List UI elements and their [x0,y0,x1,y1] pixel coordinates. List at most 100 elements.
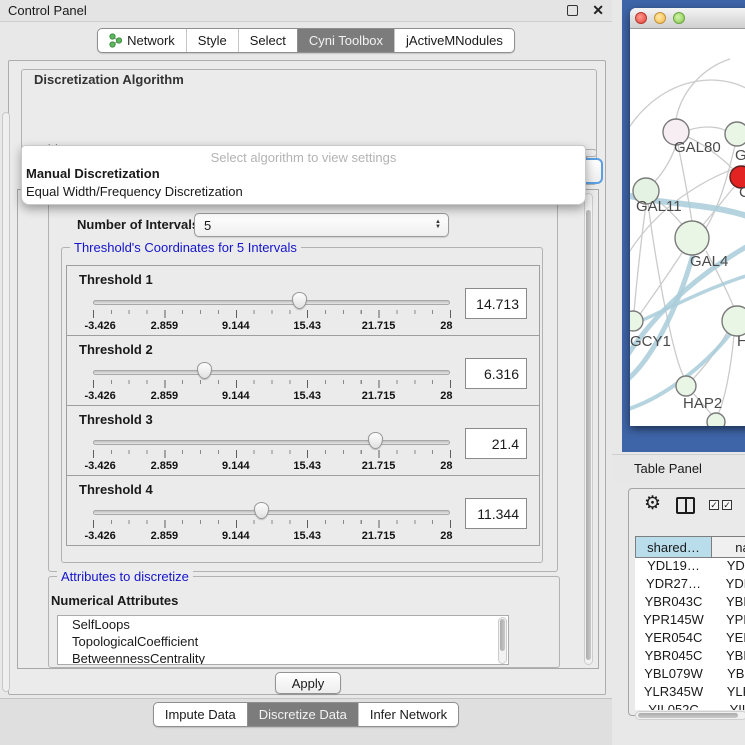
gear-icon[interactable]: ⚙ [644,492,661,515]
table-cell[interactable]: YBR0 [712,594,745,612]
table-header-row: shared… na [635,536,745,558]
table-cell[interactable]: YER054C [635,630,712,648]
number-of-intervals-combo[interactable]: 5 ▲▼ [194,213,449,237]
slider-thumb[interactable] [368,432,383,449]
table-row[interactable]: YLR345W YLR3 [635,684,745,702]
node-hap2[interactable] [676,376,696,396]
table-row[interactable]: YDR27… YDR2 [635,576,745,594]
table-horizontal-scrollbar[interactable] [635,711,745,720]
list-item[interactable]: SelfLoops [58,616,508,633]
table-horizontal-scrollbar-thumb[interactable] [638,713,738,718]
zoom-traffic-light-icon[interactable] [673,12,685,24]
column-header-name[interactable]: na [712,536,745,558]
table-cell[interactable]: YLR345W [635,684,712,702]
tab-discretize-data[interactable]: Discretize Data [247,703,358,726]
threshold-3-slider[interactable]: -3.426 2.859 9.144 15.43 21.715 28 [93,430,450,474]
list-scrollbar[interactable] [498,617,507,664]
checkbox-icon[interactable]: ✓ [722,500,732,510]
column-layout-icon[interactable] [676,497,695,514]
threshold-2-slider[interactable]: -3.426 2.859 9.144 15.43 21.715 28 [93,360,450,404]
slider-track[interactable] [93,370,450,375]
popup-option-manual-discretization[interactable]: Manual Discretization [22,165,585,183]
node-gcy1[interactable] [630,311,643,331]
list-item[interactable]: BetweennessCentrality [58,650,508,665]
threshold-4-label: Threshold 4 [79,482,153,497]
thresholds-group: Threshold's Coordinates for 5 Intervals … [61,247,543,563]
tab-infer-network[interactable]: Infer Network [358,703,458,726]
network-canvas[interactable]: GAL80 GA GAL11 GAL4 GCY1 H HAP2 C [630,29,745,426]
table-row[interactable]: YPR145W YPR1 [635,612,745,630]
table-row[interactable]: YDL19… YDL1 [635,558,745,576]
minimize-traffic-light-icon[interactable] [654,12,666,24]
control-panel-left-scrollbar[interactable] [2,112,10,692]
table-cell[interactable]: YLR3 [712,684,745,702]
node-label-h: H [737,333,745,350]
table-panel-title: Table Panel [634,461,702,476]
checkbox-icon[interactable]: ✓ [709,500,719,510]
table-row[interactable]: YIL052C YIL0 [635,702,745,710]
slider-track[interactable] [93,300,450,305]
tick-label: 9.144 [222,530,250,542]
list-item[interactable]: TopologicalCoefficient [58,633,508,650]
popup-option-equal-width-frequency[interactable]: Equal Width/Frequency Discretization [22,183,585,201]
slider-track[interactable] [93,510,450,515]
tick-label: 28 [440,390,452,402]
tab-network[interactable]: Network [98,29,186,52]
node-h[interactable] [722,306,745,336]
column-header-shared[interactable]: shared… [635,536,712,558]
table-cell[interactable]: YBL079W [635,666,712,684]
attributes-group-title: Attributes to discretize [57,569,193,584]
threshold-1-value-field[interactable]: 14.713 [465,288,527,319]
list-scrollbar-thumb[interactable] [500,619,505,651]
threshold-1-slider[interactable]: -3.426 2.859 9.144 15.43 21.715 28 [93,290,450,334]
close-traffic-light-icon[interactable] [635,12,647,24]
table-cell[interactable]: YDL1 [712,558,745,576]
table-cell[interactable]: YER0 [712,630,745,648]
table-cell[interactable]: YDL19… [635,558,712,576]
table-cell[interactable]: YIL0 [712,702,745,710]
apply-button[interactable]: Apply [275,672,341,694]
node-top-right[interactable] [725,122,745,146]
discretization-algorithm-title: Discretization Algorithm [30,72,188,87]
settings-scrollbar[interactable] [584,193,593,665]
control-panel-titlebar: Control Panel ✕ [0,0,612,22]
table-row[interactable]: YBR043C YBR0 [635,594,745,612]
float-window-icon[interactable] [567,5,578,16]
settings-scrollbar-thumb[interactable] [586,210,591,660]
slider-thumb[interactable] [292,292,307,309]
tab-style[interactable]: Style [186,29,238,52]
network-window-titlebar[interactable] [630,8,745,29]
node-gal4[interactable] [675,221,709,255]
table-cell[interactable]: YBL0 [712,666,745,684]
table-cell[interactable]: YDR2 [712,576,745,594]
tab-cyni-toolbox[interactable]: Cyni Toolbox [297,29,394,52]
tab-impute-data[interactable]: Impute Data [154,703,247,726]
slider-thumb[interactable] [254,502,269,519]
slider-track[interactable] [93,440,450,445]
table-cell[interactable]: YBR0 [712,648,745,666]
threshold-4-value-field[interactable]: 11.344 [465,498,527,529]
table-row[interactable]: YER054C YER0 [635,630,745,648]
table-cell[interactable]: YBR043C [635,594,712,612]
node-label-c: C [739,184,745,201]
close-icon[interactable]: ✕ [592,5,604,16]
threshold-1-row: Threshold 1 -3.426 2.859 9.144 15.43 [66,265,540,336]
table-cell[interactable]: YBR045C [635,648,712,666]
numerical-attributes-list[interactable]: SelfLoops TopologicalCoefficient Between… [57,615,509,665]
slider-tick-labels: -3.426 2.859 9.144 15.43 21.715 28 [93,460,450,473]
threshold-3-value-field[interactable]: 21.4 [465,428,527,459]
tab-network-label: Network [127,33,175,48]
node-bottom[interactable] [707,413,725,426]
threshold-4-slider[interactable]: -3.426 2.859 9.144 15.43 21.715 28 [93,500,450,544]
tab-jactivemnodules[interactable]: jActiveMNodules [394,29,514,52]
attributes-group: Attributes to discretize Numerical Attri… [48,576,560,668]
threshold-2-value-field[interactable]: 6.316 [465,358,527,389]
slider-thumb[interactable] [197,362,212,379]
table-row[interactable]: YBR045C YBR0 [635,648,745,666]
table-cell[interactable]: YDR27… [635,576,712,594]
tab-select[interactable]: Select [238,29,297,52]
table-row[interactable]: YBL079W YBL0 [635,666,745,684]
table-cell[interactable]: YPR1 [712,612,745,630]
table-cell[interactable]: YPR145W [635,612,712,630]
table-cell[interactable]: YIL052C [635,702,712,710]
